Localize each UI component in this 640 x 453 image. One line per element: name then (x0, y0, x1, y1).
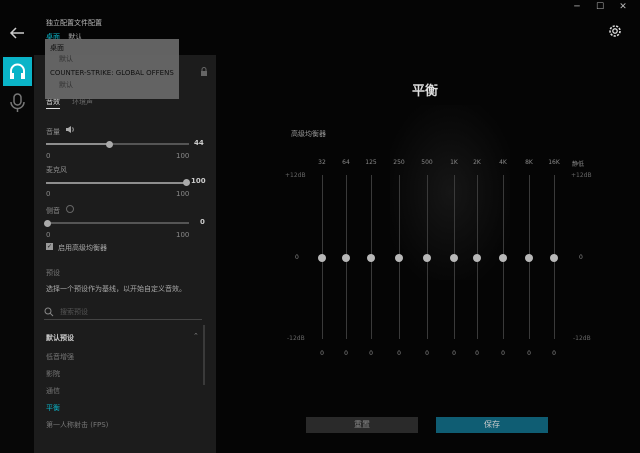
eq-band-value: 0 (452, 350, 456, 357)
scale-top-left: +12dB (285, 172, 306, 179)
minimize-button[interactable]: ─ (566, 0, 588, 14)
search-icon (44, 307, 54, 317)
eq-band-label: 2K (473, 159, 481, 166)
sidetone-value: 0 (200, 218, 205, 226)
eq-band-knob[interactable] (342, 254, 350, 262)
preset-scrollbar[interactable] (203, 325, 205, 385)
background-decor (390, 105, 510, 280)
volume-label: 音量 (46, 128, 60, 136)
eq-band-knob[interactable] (423, 254, 431, 262)
save-button[interactable]: 保存 (436, 417, 548, 433)
eq-band-label: 500 (421, 159, 433, 166)
profile-popup: 桌面 默认 COUNTER-STRIKE: GLOBAL OFFENS 默认 (45, 39, 179, 99)
eq-band-label: 125 (365, 159, 377, 166)
scale-mid-left: 0 (295, 254, 299, 261)
rail-headset-button[interactable] (3, 57, 32, 86)
preset-item[interactable]: 通信 (46, 386, 60, 396)
popup-item-sub: 默认 (59, 81, 73, 89)
maximize-button[interactable]: ☐ (589, 0, 611, 14)
eq-band-knob[interactable] (318, 254, 326, 262)
eq-band-value: 0 (344, 350, 348, 357)
close-button[interactable]: ✕ (612, 0, 634, 14)
eq-band-label: 64 (342, 159, 350, 166)
info-icon (66, 205, 74, 213)
eq-band-label: 32 (318, 159, 326, 166)
volume-slider-fill (46, 143, 109, 145)
section-title: 独立配置文件配置 (46, 19, 102, 27)
advanced-eq-checkbox[interactable]: ✓ (46, 243, 53, 250)
eq-band-label: 1K (450, 159, 458, 166)
back-arrow-icon[interactable] (9, 26, 25, 40)
mic-value: 100 (191, 177, 206, 185)
microphone-icon (10, 93, 25, 112)
rail-mic-button[interactable] (3, 88, 32, 117)
headset-icon (10, 63, 25, 79)
preset-search-field[interactable]: 搜索预设 (44, 305, 202, 320)
eq-band-value: 0 (552, 350, 556, 357)
eq-title: 高级均衡器 (291, 130, 326, 138)
eq-band-value: 0 (320, 350, 324, 357)
popup-item-sub: 默认 (59, 55, 73, 63)
sidetone-label: 侧音 (46, 207, 60, 215)
search-placeholder: 搜索预设 (60, 308, 88, 316)
mic-min: 0 (46, 190, 51, 198)
eq-band-value: 0 (527, 350, 531, 357)
volume-min: 0 (46, 152, 51, 160)
eq-band-label: 16K (548, 159, 560, 166)
lock-icon (200, 67, 208, 78)
eq-band-label: 250 (393, 159, 405, 166)
scale-mid-right: 0 (579, 254, 583, 261)
mic-slider-fill (46, 182, 187, 184)
mic-max: 100 (176, 190, 190, 198)
mic-slider-knob[interactable] (183, 179, 190, 186)
scale-bottom-left: -12dB (287, 335, 305, 342)
eq-band-value: 0 (369, 350, 373, 357)
eq-band-label: 8K (525, 159, 533, 166)
preset-title: 平衡 (412, 84, 439, 99)
eq-band-value: 0 (425, 350, 429, 357)
presets-heading: 预设 (46, 269, 60, 277)
collapse-chevron-icon[interactable]: ⌃ (193, 332, 199, 340)
preset-item[interactable]: 平衡 (46, 403, 60, 413)
presets-description: 选择一个预设作为基线，以开始自定义音效。 (46, 285, 186, 293)
volume-slider-knob[interactable] (106, 141, 113, 148)
eq-band-value: 0 (475, 350, 479, 357)
reset-button[interactable]: 重置 (306, 417, 418, 433)
eq-band-knob[interactable] (525, 254, 533, 262)
eq-band-knob[interactable] (550, 254, 558, 262)
advanced-eq-label: 启用高级均衡器 (58, 244, 107, 252)
scale-bottom-right: -12dB (573, 335, 591, 342)
preset-group-title[interactable]: 默认预设 (46, 333, 74, 343)
sidetone-slider-track[interactable] (46, 222, 189, 224)
settings-panel: 音效 环境声 音量 44 0 100 麦克风 100 0 100 侧音 0 0 … (34, 55, 216, 453)
eq-band-knob[interactable] (450, 254, 458, 262)
left-rail (0, 55, 34, 453)
mic-label: 麦克风 (46, 166, 67, 174)
eq-band-label: 4K (499, 159, 507, 166)
volume-max: 100 (176, 152, 190, 160)
gear-icon[interactable] (607, 23, 623, 39)
preset-item[interactable]: 第一人称射击 (FPS) (46, 420, 108, 430)
eq-band-knob[interactable] (473, 254, 481, 262)
preset-item[interactable]: 低音增强 (46, 352, 74, 362)
scale-top-right: +12dB (571, 172, 592, 179)
sidetone-min: 0 (46, 231, 51, 239)
eq-band-value: 0 (501, 350, 505, 357)
popup-item-title[interactable]: COUNTER-STRIKE: GLOBAL OFFENS (50, 69, 174, 77)
preset-item[interactable]: 影院 (46, 369, 60, 379)
speaker-icon (65, 125, 75, 136)
volume-value: 44 (194, 139, 204, 147)
sidetone-slider-knob[interactable] (44, 220, 51, 227)
sidetone-max: 100 (176, 231, 190, 239)
mute-label: 静低 (572, 161, 585, 168)
eq-band-knob[interactable] (499, 254, 507, 262)
eq-band-value: 0 (397, 350, 401, 357)
popup-item-title[interactable]: 桌面 (50, 43, 64, 53)
eq-band-knob[interactable] (367, 254, 375, 262)
eq-band-knob[interactable] (395, 254, 403, 262)
